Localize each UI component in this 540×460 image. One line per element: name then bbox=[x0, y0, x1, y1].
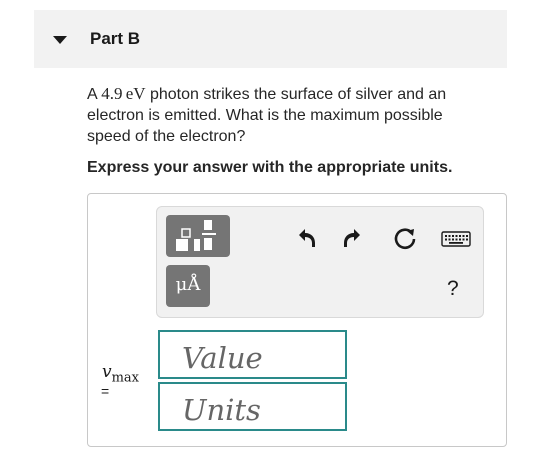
part-header[interactable]: Part B bbox=[34, 10, 507, 68]
variable-label: vmax bbox=[102, 362, 139, 385]
help-button[interactable]: ? bbox=[447, 277, 459, 301]
part-title: Part B bbox=[90, 29, 141, 48]
templates-button[interactable] bbox=[166, 215, 230, 257]
variable-symbol: v bbox=[102, 362, 112, 382]
question-prefix: A bbox=[87, 86, 102, 103]
collapse-caret-icon[interactable] bbox=[53, 36, 67, 44]
reset-icon[interactable] bbox=[391, 225, 419, 253]
keyboard-icon[interactable] bbox=[441, 229, 471, 249]
question-text: A 4.9 eV photon strikes the surface of s… bbox=[87, 83, 487, 147]
energy-unit: eV bbox=[125, 84, 146, 103]
energy-value: 4.9 bbox=[101, 84, 123, 103]
units-icon: μÅ bbox=[175, 274, 201, 295]
equals-sign: = bbox=[101, 383, 110, 399]
redo-icon[interactable] bbox=[340, 225, 368, 253]
answer-instruction: Express your answer with the appropriate… bbox=[87, 159, 453, 176]
units-input[interactable] bbox=[158, 382, 347, 431]
undo-icon[interactable] bbox=[291, 225, 319, 253]
units-button[interactable]: μÅ bbox=[166, 265, 210, 307]
math-toolbar: μÅ ? bbox=[156, 206, 484, 318]
variable-subscript: max bbox=[111, 370, 140, 386]
value-input[interactable] bbox=[158, 330, 347, 379]
templates-icon bbox=[176, 220, 216, 251]
